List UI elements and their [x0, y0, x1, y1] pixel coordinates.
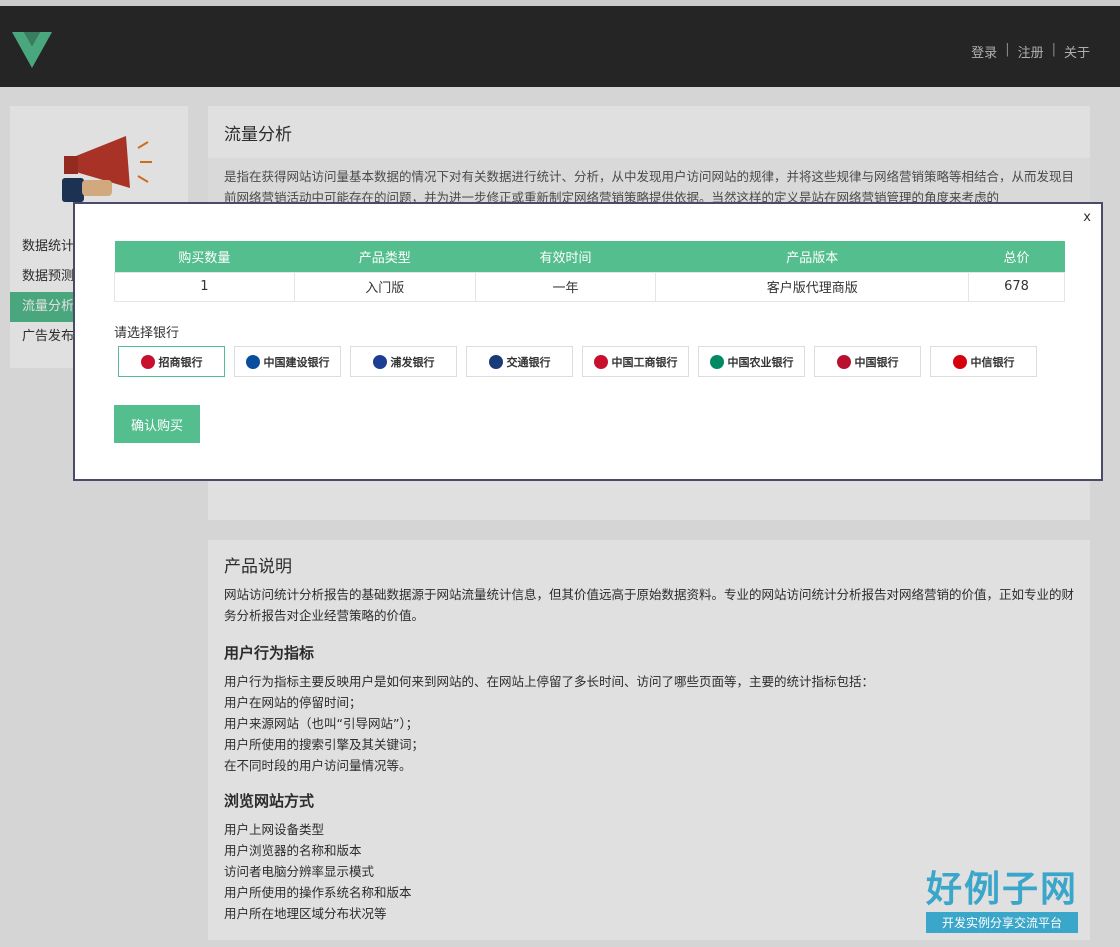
bank-name: 交通银行 [506, 355, 551, 369]
table-header-row: 购买数量 产品类型 有效时间 产品版本 总价 [114, 241, 1065, 272]
bank-name: 中国银行 [854, 355, 899, 369]
cmb-logo-icon [140, 354, 155, 369]
boc-logo-icon [836, 354, 851, 369]
table-row: 1 入门版 一年 客户版代理商版 678 [114, 271, 1065, 302]
table-header: 产品类型 [294, 241, 476, 272]
close-icon[interactable]: x [1083, 210, 1091, 225]
bank-name: 浦发银行 [390, 355, 435, 369]
bank-option-boc[interactable]: 中国银行 [814, 346, 921, 377]
bank-option-citic[interactable]: 中信银行 [930, 346, 1037, 377]
bocom-logo-icon [488, 354, 503, 369]
confirm-purchase-button[interactable]: 确认购买 [114, 405, 200, 443]
purchase-modal: x 购买数量 产品类型 有效时间 产品版本 总价 1 入门版 一年 客户版代理商… [73, 202, 1103, 481]
bank-option-icbc[interactable]: 中国工商银行 [582, 346, 689, 377]
bank-option-cmb[interactable]: 招商银行 [118, 346, 225, 377]
site-watermark: 好例子网 开发实例分享交流平台 [925, 860, 1078, 933]
table-cell: 一年 [474, 271, 657, 302]
bank-option-abc[interactable]: 中国农业银行 [698, 346, 805, 377]
bank-list: 招商银行 中国建设银行 浦发银行 交通银行 中国工商银行 中国农业银行 中国银行 [118, 346, 1037, 377]
bank-name: 中国农业银行 [727, 355, 794, 369]
table-header: 有效时间 [475, 241, 656, 272]
table-header: 总价 [968, 241, 1065, 272]
spdb-logo-icon [372, 354, 387, 369]
abc-logo-icon [709, 354, 724, 369]
table-cell: 入门版 [293, 271, 476, 302]
bank-name: 招商银行 [158, 355, 203, 369]
table-header: 购买数量 [114, 241, 295, 272]
watermark-subtitle: 开发实例分享交流平台 [925, 912, 1078, 933]
table-header: 产品版本 [655, 241, 969, 272]
table-cell: 客户版代理商版 [655, 271, 970, 302]
icbc-logo-icon [593, 354, 608, 369]
watermark-title: 好例子网 [925, 869, 1078, 910]
bank-option-ccb[interactable]: 中国建设银行 [234, 346, 341, 377]
bank-name: 中国工商银行 [611, 355, 678, 369]
bank-option-spdb[interactable]: 浦发银行 [350, 346, 457, 377]
order-table: 购买数量 产品类型 有效时间 产品版本 总价 1 入门版 一年 客户版代理商版 … [114, 241, 1065, 302]
bank-name: 中信银行 [970, 355, 1015, 369]
table-cell: 678 [968, 271, 1065, 302]
bank-option-bocom[interactable]: 交通银行 [466, 346, 573, 377]
bank-select-title: 请选择银行 [114, 326, 180, 341]
table-cell: 1 [114, 271, 295, 302]
citic-logo-icon [952, 354, 967, 369]
bank-name: 中国建设银行 [263, 355, 330, 369]
ccb-logo-icon [245, 354, 260, 369]
